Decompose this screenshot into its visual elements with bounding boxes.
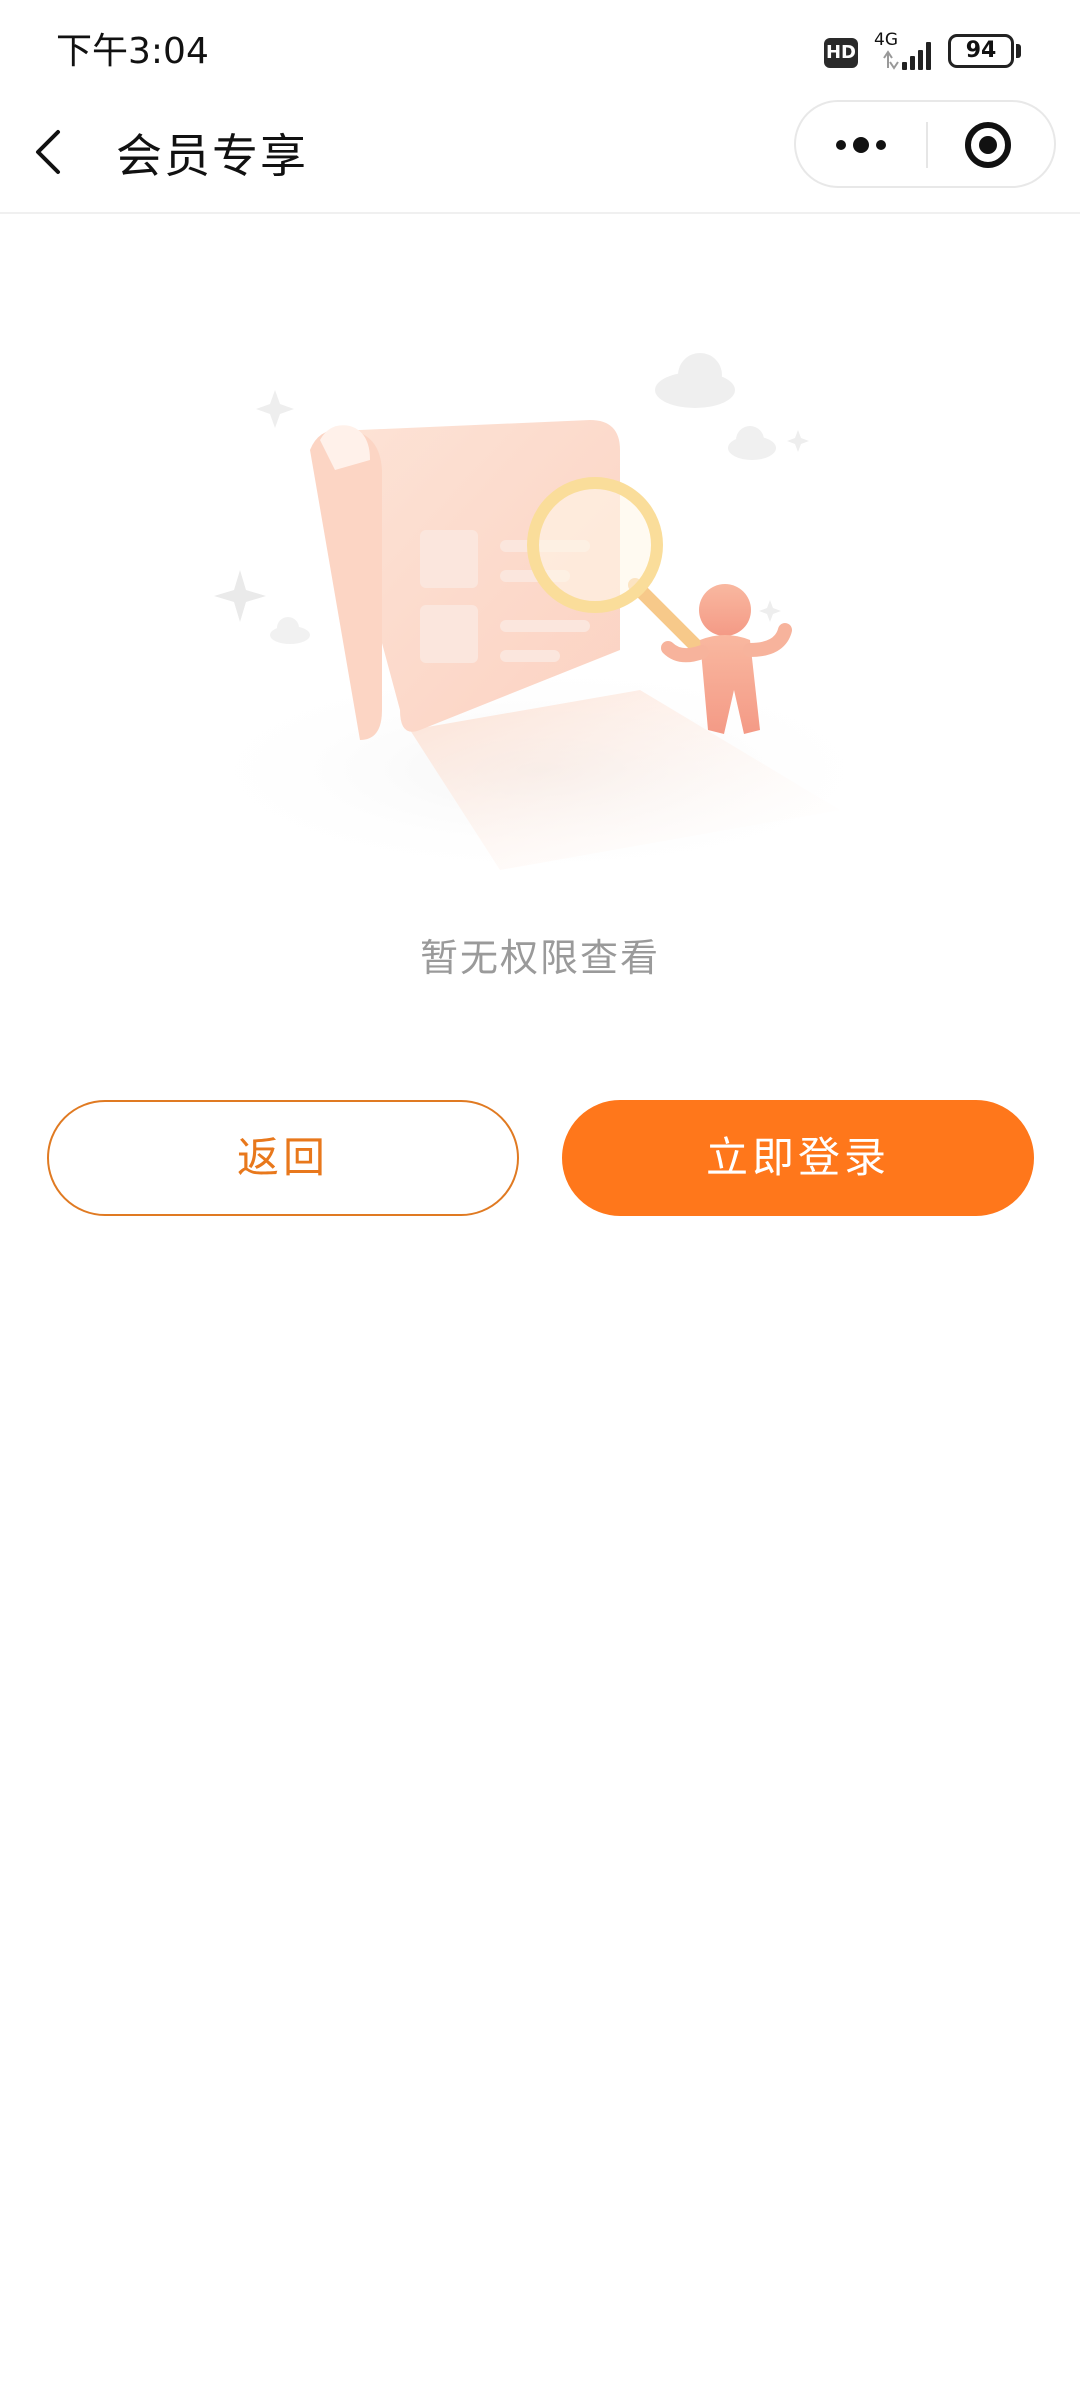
close-miniprogram-button[interactable] — [928, 102, 1054, 186]
magnifier-document-illustration — [180, 353, 900, 880]
capsule-menu — [794, 100, 1056, 188]
login-button[interactable]: 立即登录 — [562, 1100, 1034, 1216]
battery-cap — [1016, 44, 1021, 58]
back-action-button[interactable]: 返回 — [47, 1100, 519, 1216]
empty-message: 暂无权限查看 — [419, 936, 660, 980]
back-button[interactable] — [20, 118, 80, 186]
hd-badge: HD — [824, 38, 858, 68]
status-time: 下午3:04 — [56, 31, 209, 72]
page-title: 会员专享 — [116, 129, 308, 183]
empty-state-illustration — [120, 330, 960, 890]
status-bar: 下午3:04 HD 4G 94 — [0, 0, 1080, 100]
chevron-left-icon — [36, 130, 60, 174]
signal-icon — [883, 42, 931, 70]
battery-icon: 94 — [948, 34, 1014, 68]
more-button[interactable] — [796, 102, 926, 186]
target-close-icon — [965, 122, 1011, 168]
more-dots-icon — [836, 137, 886, 153]
network-indicator: 4G — [868, 30, 938, 72]
